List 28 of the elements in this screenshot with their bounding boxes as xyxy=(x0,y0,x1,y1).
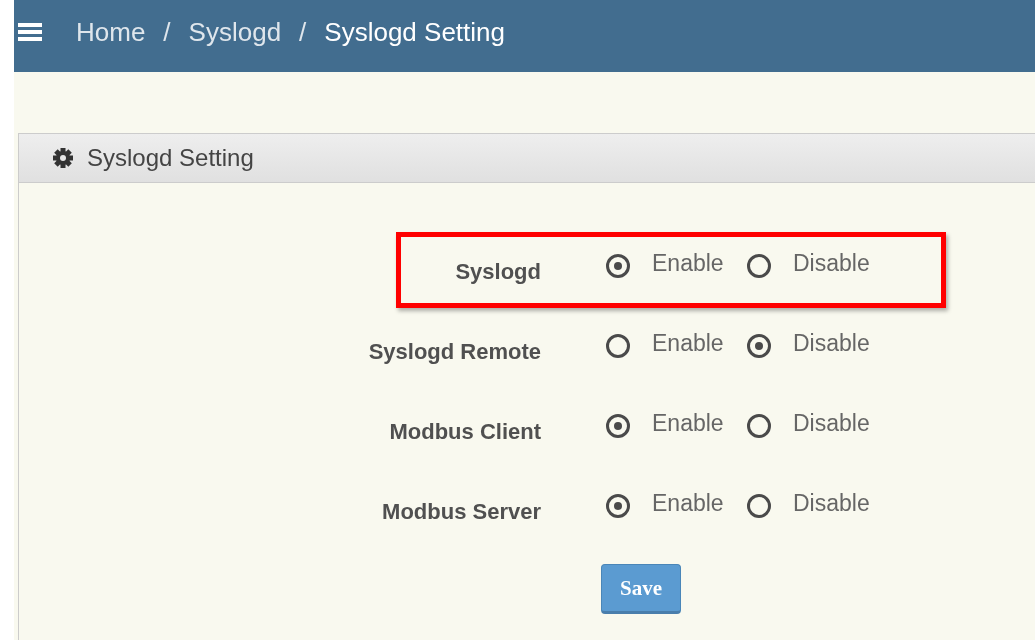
radio-label[interactable]: Enable xyxy=(652,409,747,437)
setting-label: Modbus Client xyxy=(389,419,541,444)
radio-button[interactable] xyxy=(747,334,771,358)
setting-label: Syslogd Remote xyxy=(368,339,541,364)
panel-title: Syslogd Setting xyxy=(87,144,254,172)
radio-button[interactable] xyxy=(606,414,630,438)
radio-button[interactable] xyxy=(747,494,771,518)
radio-button[interactable] xyxy=(606,494,630,518)
radio-label[interactable]: Disable xyxy=(793,409,888,437)
breadcrumb-link[interactable]: Syslogd xyxy=(188,16,282,48)
setting-label: Modbus Server xyxy=(382,499,541,524)
radio-label[interactable]: Disable xyxy=(793,489,888,517)
breadcrumb-separator: / xyxy=(163,16,171,48)
menu-icon[interactable] xyxy=(18,23,42,41)
radio-label[interactable]: Enable xyxy=(652,489,747,517)
setting-label: Syslogd xyxy=(455,259,541,284)
radio-label[interactable]: Enable xyxy=(652,329,747,357)
radio-button[interactable] xyxy=(747,414,771,438)
radio-label[interactable]: Disable xyxy=(793,329,888,357)
save-button[interactable]: Save xyxy=(601,564,681,614)
breadcrumb-link[interactable]: Home xyxy=(76,16,146,48)
radio-button[interactable] xyxy=(606,334,630,358)
radio-label[interactable]: Disable xyxy=(793,249,888,277)
radio-button[interactable] xyxy=(606,254,630,278)
radio-label[interactable]: Enable xyxy=(652,249,747,277)
breadcrumb-separator: / xyxy=(299,16,307,48)
gear-icon xyxy=(53,148,73,168)
radio-button[interactable] xyxy=(747,254,771,278)
